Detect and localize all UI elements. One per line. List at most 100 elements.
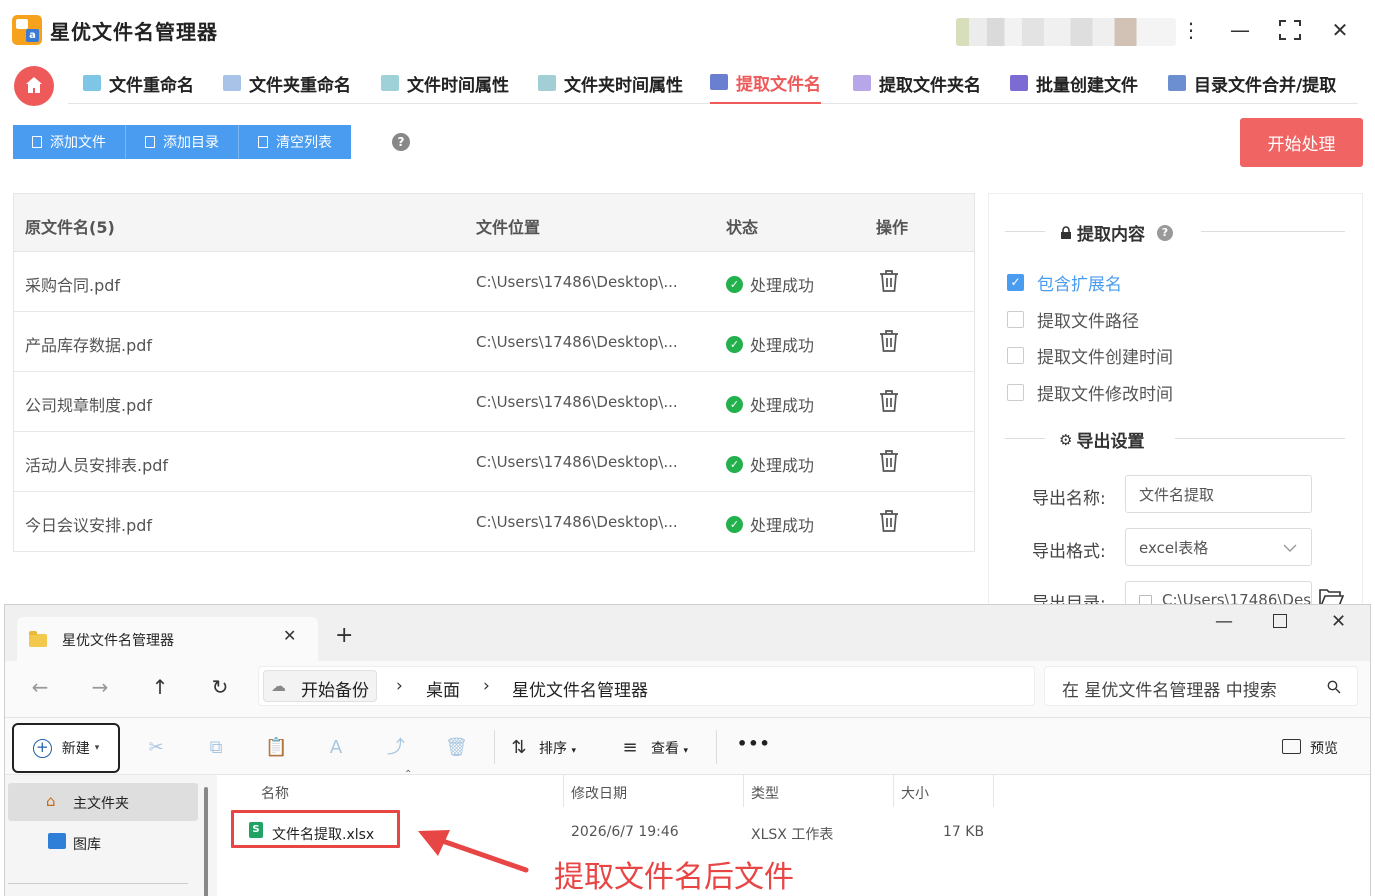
- paste-icon[interactable]: 📋: [265, 737, 287, 759]
- chevron-down-icon: [1283, 544, 1297, 552]
- app-title: 星优文件名管理器: [50, 20, 218, 44]
- back-arrow-icon[interactable]: ←: [27, 675, 53, 699]
- add-file-button[interactable]: 添加文件: [13, 125, 126, 159]
- file-time-icon: [381, 75, 399, 91]
- trash-icon[interactable]: [878, 509, 900, 533]
- new-tab-icon[interactable]: +: [335, 623, 353, 648]
- sort-indicator-icon: ⌃: [404, 769, 413, 780]
- refresh-icon[interactable]: ↻: [207, 675, 233, 699]
- trash-icon[interactable]: [878, 329, 900, 353]
- checkbox-icon[interactable]: [1007, 311, 1024, 328]
- col-header-name[interactable]: 名称: [261, 783, 289, 803]
- sort-button[interactable]: 排序 ▾: [539, 738, 576, 758]
- col-header-name[interactable]: 原文件名(5): [25, 214, 115, 238]
- export-name-input[interactable]: 文件名提取: [1125, 475, 1312, 513]
- close-icon[interactable]: ✕: [1325, 16, 1355, 44]
- search-box[interactable]: 在 星优文件名管理器 中搜索: [1044, 666, 1358, 706]
- settings-icon[interactable]: ⋮: [1176, 16, 1206, 44]
- help-icon[interactable]: ?: [1157, 224, 1173, 241]
- trash-icon[interactable]: [878, 449, 900, 473]
- export-format-label: 导出格式:: [1032, 542, 1106, 562]
- tab-file-rename[interactable]: 文件重命名: [83, 62, 194, 104]
- help-icon[interactable]: ?: [392, 133, 410, 151]
- preview-button[interactable]: 预览: [1310, 738, 1338, 758]
- view-button[interactable]: 查看 ▾: [651, 738, 688, 758]
- close-icon[interactable]: ✕: [1331, 611, 1346, 632]
- rename-icon[interactable]: A: [325, 737, 347, 759]
- forward-arrow-icon[interactable]: →: [87, 675, 113, 699]
- table-row[interactable]: 产品库存数据.pdf C:\Users\17486\Desktop\... ✓ 处理成…: [14, 312, 974, 372]
- minimize-icon[interactable]: —: [1225, 16, 1255, 44]
- file-name-cell: 今日会议安排.pdf: [25, 516, 153, 535]
- table-row[interactable]: 活动人员安排表.pdf C:\Users\17486\Desktop\... ✓ 处理…: [14, 432, 974, 492]
- delete-icon[interactable]: 🗑: [445, 737, 468, 759]
- cut-icon[interactable]: ✂: [145, 737, 167, 759]
- status-cell: ✓ 处理成功: [726, 392, 814, 416]
- address-bar[interactable]: ☁ 开始备份 › 桌面 › 星优文件名管理器: [258, 666, 1035, 706]
- new-button[interactable]: + 新建 ▾: [12, 723, 120, 773]
- up-arrow-icon[interactable]: ↑: [147, 675, 173, 699]
- check-circle-icon: ✓: [726, 335, 743, 353]
- sidebar-scrollbar[interactable]: [204, 787, 208, 896]
- sidebar-item-gallery[interactable]: 图库: [8, 825, 198, 861]
- explorer-sidebar: ⌂ 主文件夹 图库: [5, 775, 217, 896]
- tab-merge-extract[interactable]: 目录文件合并/提取: [1168, 62, 1336, 104]
- status-cell: ✓ 处理成功: [726, 452, 814, 476]
- breadcrumb-folder[interactable]: 星优文件名管理器: [512, 676, 648, 701]
- col-header-status: 状态: [726, 218, 759, 237]
- user-avatar-blurred: [956, 18, 1176, 46]
- maximize-icon[interactable]: [1275, 16, 1305, 44]
- option-extract-created-time[interactable]: 提取文件创建时间: [1007, 343, 1173, 368]
- option-extract-path[interactable]: 提取文件路径: [1007, 307, 1139, 332]
- breadcrumb-desktop[interactable]: 桌面: [426, 676, 460, 701]
- explorer-command-bar: + 新建 ▾ ✂ ⧉ 📋 A ⤴ 🗑 ⇅ 排序 ▾ ≡ 查看 ▾ ••• 预览: [5, 717, 1370, 775]
- option-extract-modified-time[interactable]: 提取文件修改时间: [1007, 380, 1173, 405]
- table-row[interactable]: 今日会议安排.pdf C:\Users\17486\Desktop\... ✓ 处理成…: [14, 492, 974, 552]
- col-header-modified[interactable]: 修改日期: [571, 783, 627, 803]
- file-path-cell: C:\Users\17486\Desktop\...: [476, 453, 678, 471]
- add-directory-button[interactable]: 添加目录: [126, 125, 239, 159]
- merge-icon: [1168, 75, 1186, 91]
- trash-icon[interactable]: [878, 269, 900, 293]
- col-header-type[interactable]: 类型: [751, 783, 779, 803]
- file-size: 17 KB: [943, 824, 985, 840]
- trash-icon[interactable]: [878, 389, 900, 413]
- close-tab-icon[interactable]: ✕: [283, 626, 296, 645]
- explorer-tab[interactable]: 星优文件名管理器 ✕: [17, 617, 318, 661]
- sidebar-item-home[interactable]: ⌂ 主文件夹: [8, 783, 198, 821]
- clear-list-button[interactable]: 清空列表: [239, 125, 351, 159]
- rename-icon: [83, 75, 101, 91]
- table-row[interactable]: 公司规章制度.pdf C:\Users\17486\Desktop\... ✓ 处理成…: [14, 372, 974, 432]
- checkbox-checked-icon[interactable]: ✓: [1007, 274, 1024, 291]
- home-icon: [26, 77, 42, 93]
- table-row[interactable]: 采购合同.pdf C:\Users\17486\Desktop\... ✓ 处理成功: [14, 252, 974, 312]
- tab-folder-time[interactable]: 文件夹时间属性: [538, 62, 683, 104]
- option-include-extension[interactable]: ✓ 包含扩展名: [1007, 270, 1122, 295]
- breadcrumb-separator-icon: ›: [483, 676, 490, 696]
- check-circle-icon: ✓: [726, 275, 743, 293]
- tab-file-time[interactable]: 文件时间属性: [381, 62, 509, 104]
- more-options-button[interactable]: •••: [737, 734, 771, 753]
- view-icon: ≡: [622, 737, 638, 758]
- search-input[interactable]: 在 星优文件名管理器 中搜索: [1062, 676, 1277, 701]
- tab-extract-foldername[interactable]: 提取文件夹名: [853, 62, 981, 104]
- breadcrumb-backup[interactable]: 开始备份: [301, 676, 369, 701]
- col-header-size[interactable]: 大小: [901, 783, 929, 803]
- batch-create-icon: [1010, 75, 1028, 91]
- explorer-tab-bar: 星优文件名管理器 ✕ + — ✕: [5, 605, 1370, 661]
- checkbox-icon[interactable]: [1007, 347, 1024, 364]
- document-icon: [32, 136, 42, 148]
- tab-batch-create[interactable]: 批量创建文件: [1010, 62, 1138, 104]
- copy-icon[interactable]: ⧉: [205, 737, 227, 759]
- export-format-select[interactable]: excel表格: [1125, 528, 1312, 566]
- home-button[interactable]: [14, 66, 54, 106]
- start-process-button[interactable]: 开始处理: [1240, 118, 1363, 167]
- tab-extract-filename[interactable]: 提取文件名: [710, 62, 821, 104]
- share-icon[interactable]: ⤴: [385, 737, 407, 759]
- maximize-icon[interactable]: [1273, 614, 1287, 628]
- col-header-path: 文件位置: [476, 218, 541, 237]
- tab-folder-rename[interactable]: 文件夹重命名: [223, 62, 351, 104]
- minimize-icon[interactable]: —: [1215, 611, 1233, 632]
- toolbar: 添加文件 添加目录 清空列表: [13, 125, 351, 159]
- checkbox-icon[interactable]: [1007, 384, 1024, 401]
